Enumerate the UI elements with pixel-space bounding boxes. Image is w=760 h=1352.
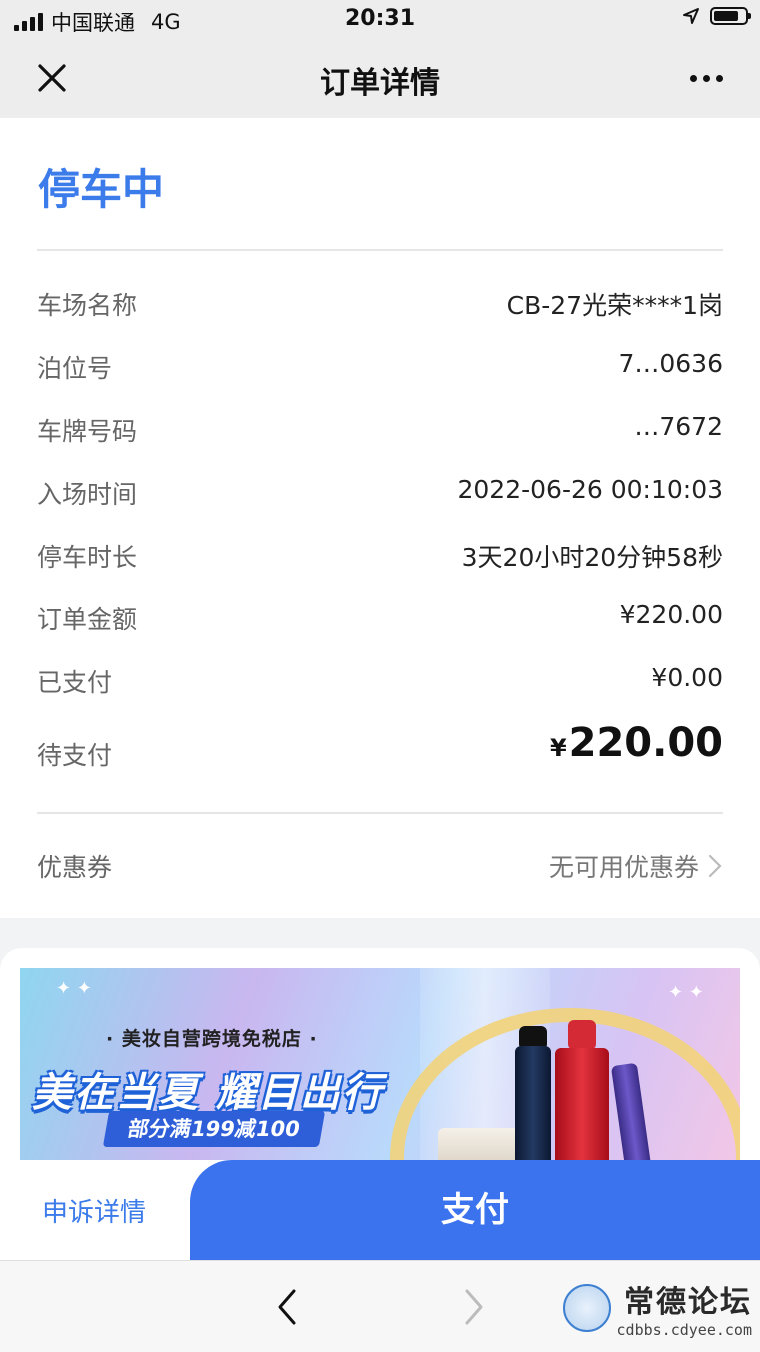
serum-bottle-image	[515, 1046, 551, 1168]
banner-promo: 部分满199减100	[102, 1111, 325, 1147]
row-label: 泊位号	[37, 354, 113, 383]
coupon-row[interactable]: 优惠券 无可用优惠券	[37, 840, 723, 890]
sparkle-icon: ✦ ✦	[668, 982, 704, 1003]
row-value: …7672	[634, 412, 723, 441]
row-label: 停车时长	[37, 543, 138, 572]
row-label: 待支付	[37, 741, 113, 770]
action-bar: 申诉详情 支付	[0, 1160, 760, 1260]
status-right	[682, 7, 751, 25]
row-label: 订单金额	[37, 605, 138, 634]
row-pending-payment: 待支付 ¥220.00	[37, 720, 723, 778]
divider	[37, 249, 723, 251]
order-status: 停车中	[38, 165, 165, 214]
status-time: 20:31	[344, 6, 416, 31]
location-arrow-icon	[683, 8, 699, 24]
nav-bar: 订单详情	[0, 38, 760, 118]
battery-icon	[710, 7, 751, 25]
watermark-name: 常德论坛	[624, 1285, 752, 1320]
close-button[interactable]	[28, 56, 76, 104]
row-value: 2022-06-26 00:10:03	[457, 475, 723, 504]
row-paid: 已支付 ¥0.00	[37, 655, 723, 705]
row-label: 优惠券	[37, 853, 113, 882]
row-value: CB-27光荣****1岗	[506, 291, 723, 320]
row-parking-lot: 车场名称 CB-27光荣****1岗	[37, 278, 723, 328]
pending-amount: ¥220.00	[550, 720, 723, 766]
row-label: 已支付	[37, 668, 113, 697]
chevron-right-icon	[465, 1289, 483, 1325]
chevron-right-icon	[708, 854, 722, 878]
forward-button[interactable]	[455, 1287, 491, 1327]
bottle-cap-image	[568, 1020, 596, 1050]
back-button[interactable]	[270, 1287, 306, 1327]
watermark-text: 常德论坛 cdbbs.cdyee.com	[617, 1277, 752, 1339]
page-title: 订单详情	[320, 66, 440, 101]
divider	[37, 812, 723, 814]
row-value: ¥220.00	[619, 600, 723, 629]
row-order-amount: 订单金额 ¥220.00	[37, 592, 723, 642]
order-detail-card: 停车中 车场名称 CB-27光荣****1岗 泊位号 7…0636 车牌号码 ……	[0, 118, 760, 918]
appeal-details-link[interactable]: 申诉详情	[42, 1192, 146, 1229]
coupon-value[interactable]: 无可用优惠券	[549, 848, 723, 884]
row-label: 车场名称	[37, 291, 138, 320]
row-value: ¥0.00	[651, 663, 723, 692]
row-duration: 停车时长 3天20小时20分钟58秒	[37, 530, 723, 580]
more-button[interactable]	[690, 66, 730, 90]
row-berth-number: 泊位号 7…0636	[37, 341, 723, 391]
more-icon	[690, 74, 697, 82]
watermark-logo	[562, 1284, 611, 1332]
browser-toolbar: 常德论坛 cdbbs.cdyee.com	[0, 1260, 760, 1352]
red-bottle-image	[555, 1048, 609, 1168]
close-icon	[38, 64, 66, 92]
row-value: 7…0636	[618, 349, 723, 378]
banner-tagline: · 美妆自营跨境免税店 ·	[106, 1028, 318, 1050]
status-bar: 中国联通 4G 20:31	[0, 0, 760, 38]
promo-banner[interactable]: ✦ ✦ ✦ ✦ · 美妆自营跨境免税店 · 美在当夏 耀目出行 部分满199减1…	[20, 968, 740, 1168]
row-value: 3天20小时20分钟58秒	[461, 543, 723, 572]
row-plate-number: 车牌号码 …7672	[37, 404, 723, 454]
watermark-url: cdbbs.cdyee.com	[616, 1321, 752, 1339]
currency-symbol: ¥	[549, 734, 567, 762]
chevron-left-icon	[278, 1289, 296, 1325]
sparkle-icon: ✦ ✦	[56, 978, 92, 999]
row-entry-time: 入场时间 2022-06-26 00:10:03	[37, 467, 723, 517]
coupon-status: 无可用优惠券	[548, 853, 699, 882]
row-label: 车牌号码	[37, 417, 138, 446]
pending-amount-value: 220.00	[568, 720, 723, 766]
row-label: 入场时间	[37, 480, 138, 509]
watermark: 常德论坛 cdbbs.cdyee.com	[562, 1277, 752, 1339]
banner-headline: 美在当夏 耀目出行	[32, 1070, 384, 1116]
more-icon-dot	[703, 74, 710, 82]
more-icon-dot	[716, 74, 723, 82]
pay-button[interactable]: 支付	[190, 1160, 760, 1260]
